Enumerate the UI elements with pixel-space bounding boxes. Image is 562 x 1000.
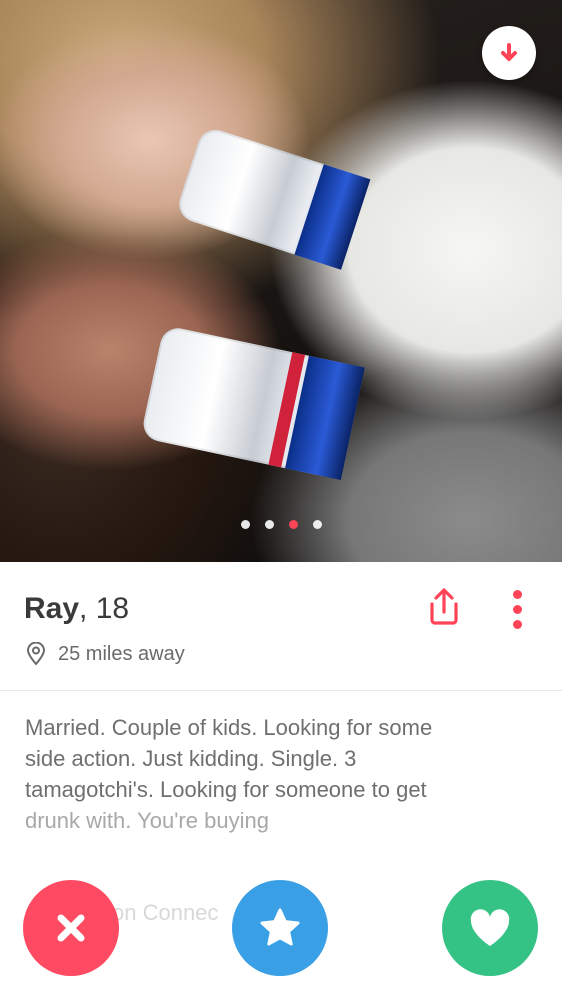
divider [0, 690, 562, 691]
can-top [174, 125, 371, 270]
share-button[interactable] [420, 582, 468, 630]
profile-name: Ray [24, 592, 80, 625]
location-pin-icon [26, 642, 46, 666]
x-icon [57, 914, 85, 942]
star-icon [260, 908, 300, 946]
like-button[interactable] [442, 880, 538, 976]
bio-line: tamagotchi's. Looking for someone to get [25, 777, 427, 802]
section-label-partial: on Connec [112, 900, 219, 925]
nope-button[interactable] [23, 880, 119, 976]
distance-text: 25 miles away [58, 642, 185, 665]
more-button[interactable] [502, 582, 532, 636]
pager-dot-active[interactable] [288, 520, 298, 529]
profile-bio: Married. Couple of kids. Looking for som… [25, 712, 525, 836]
rewind-button[interactable] [482, 26, 536, 80]
heart-icon [470, 909, 510, 946]
pager-dot[interactable] [264, 520, 274, 529]
photo-pager [0, 520, 562, 529]
arrow-down-icon [501, 43, 517, 61]
distance-row: 25 miles away [26, 642, 185, 666]
pager-dot[interactable] [240, 520, 250, 529]
profile-age: , 18 [79, 592, 130, 625]
superlike-button[interactable] [232, 880, 328, 976]
pager-dot[interactable] [312, 520, 322, 529]
name-age: Ray, 18 [24, 592, 129, 626]
bio-line: drunk with. You're buying [25, 808, 269, 833]
bio-line: side action. Just kidding. Single. 3 [25, 746, 357, 771]
profile-photo[interactable] [0, 0, 562, 562]
bio-line: Married. Couple of kids. Looking for som… [25, 715, 433, 740]
more-vertical-icon [512, 589, 522, 599]
can-bottom [140, 324, 365, 481]
profile-info: Ray, 18 25 miles away Married. Couple of… [0, 562, 562, 1000]
share-icon [430, 588, 458, 625]
